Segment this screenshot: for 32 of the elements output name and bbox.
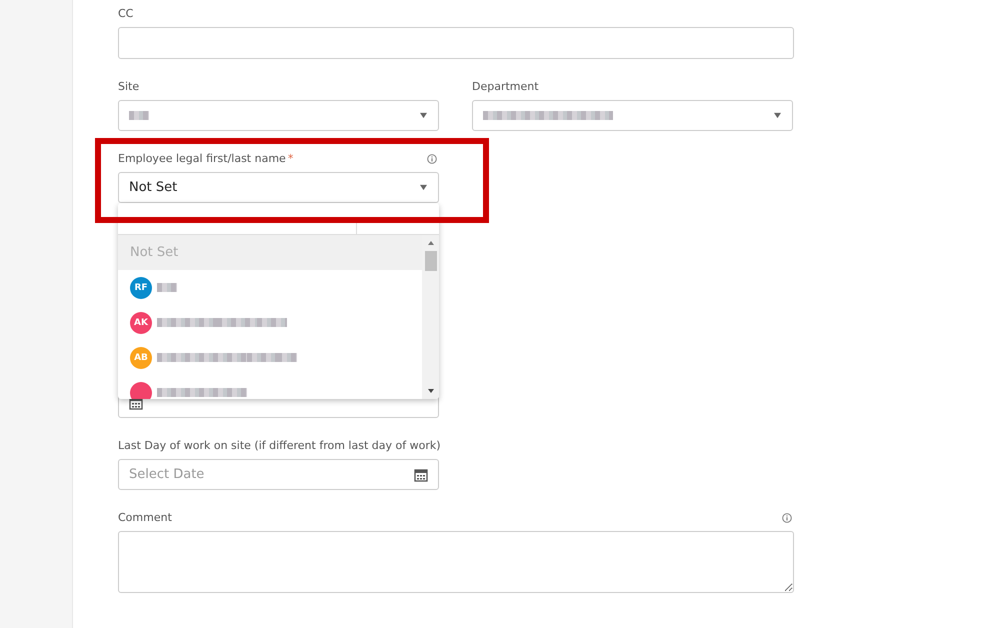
avatar: RF bbox=[130, 276, 152, 298]
field-label: Site bbox=[118, 80, 140, 94]
scroll-down-icon[interactable] bbox=[426, 388, 434, 394]
dropdown-option[interactable]: AB bbox=[118, 340, 422, 375]
calendar-icon bbox=[414, 468, 428, 482]
avatar: AB bbox=[130, 346, 152, 368]
redacted-text bbox=[157, 283, 177, 292]
cc-input-field[interactable] bbox=[118, 27, 794, 59]
date-field[interactable]: Select Date bbox=[118, 459, 439, 490]
caret-icon bbox=[419, 184, 428, 191]
redacted-text bbox=[129, 111, 149, 120]
employee-dropdown[interactable]: Not Set bbox=[118, 172, 439, 203]
field-label: Comment bbox=[118, 511, 172, 525]
scrollbar[interactable] bbox=[422, 235, 439, 399]
dropdown-option[interactable]: AK bbox=[118, 305, 422, 340]
scroll-up-icon[interactable] bbox=[426, 240, 434, 246]
dropdown-option[interactable]: Not Set bbox=[118, 235, 422, 270]
dropdown-option[interactable]: RF bbox=[118, 270, 422, 305]
avatar: AK bbox=[130, 312, 152, 334]
scrollbar-thumb[interactable] bbox=[424, 251, 436, 271]
field-label: Employee legal first/last name * bbox=[118, 152, 294, 166]
caret-icon bbox=[419, 112, 428, 119]
comment-text-area[interactable] bbox=[118, 531, 794, 593]
field-label: Last Day of work on site (if different from last day of work) bbox=[118, 439, 439, 453]
redacted-text bbox=[257, 318, 287, 327]
info-icon bbox=[427, 154, 437, 164]
department-dropdown[interactable] bbox=[472, 100, 793, 131]
caret-icon bbox=[773, 112, 782, 119]
field-label: Department bbox=[472, 80, 540, 94]
field-label: CC bbox=[118, 7, 134, 21]
info-icon bbox=[782, 513, 792, 523]
site-dropdown[interactable] bbox=[118, 100, 439, 131]
